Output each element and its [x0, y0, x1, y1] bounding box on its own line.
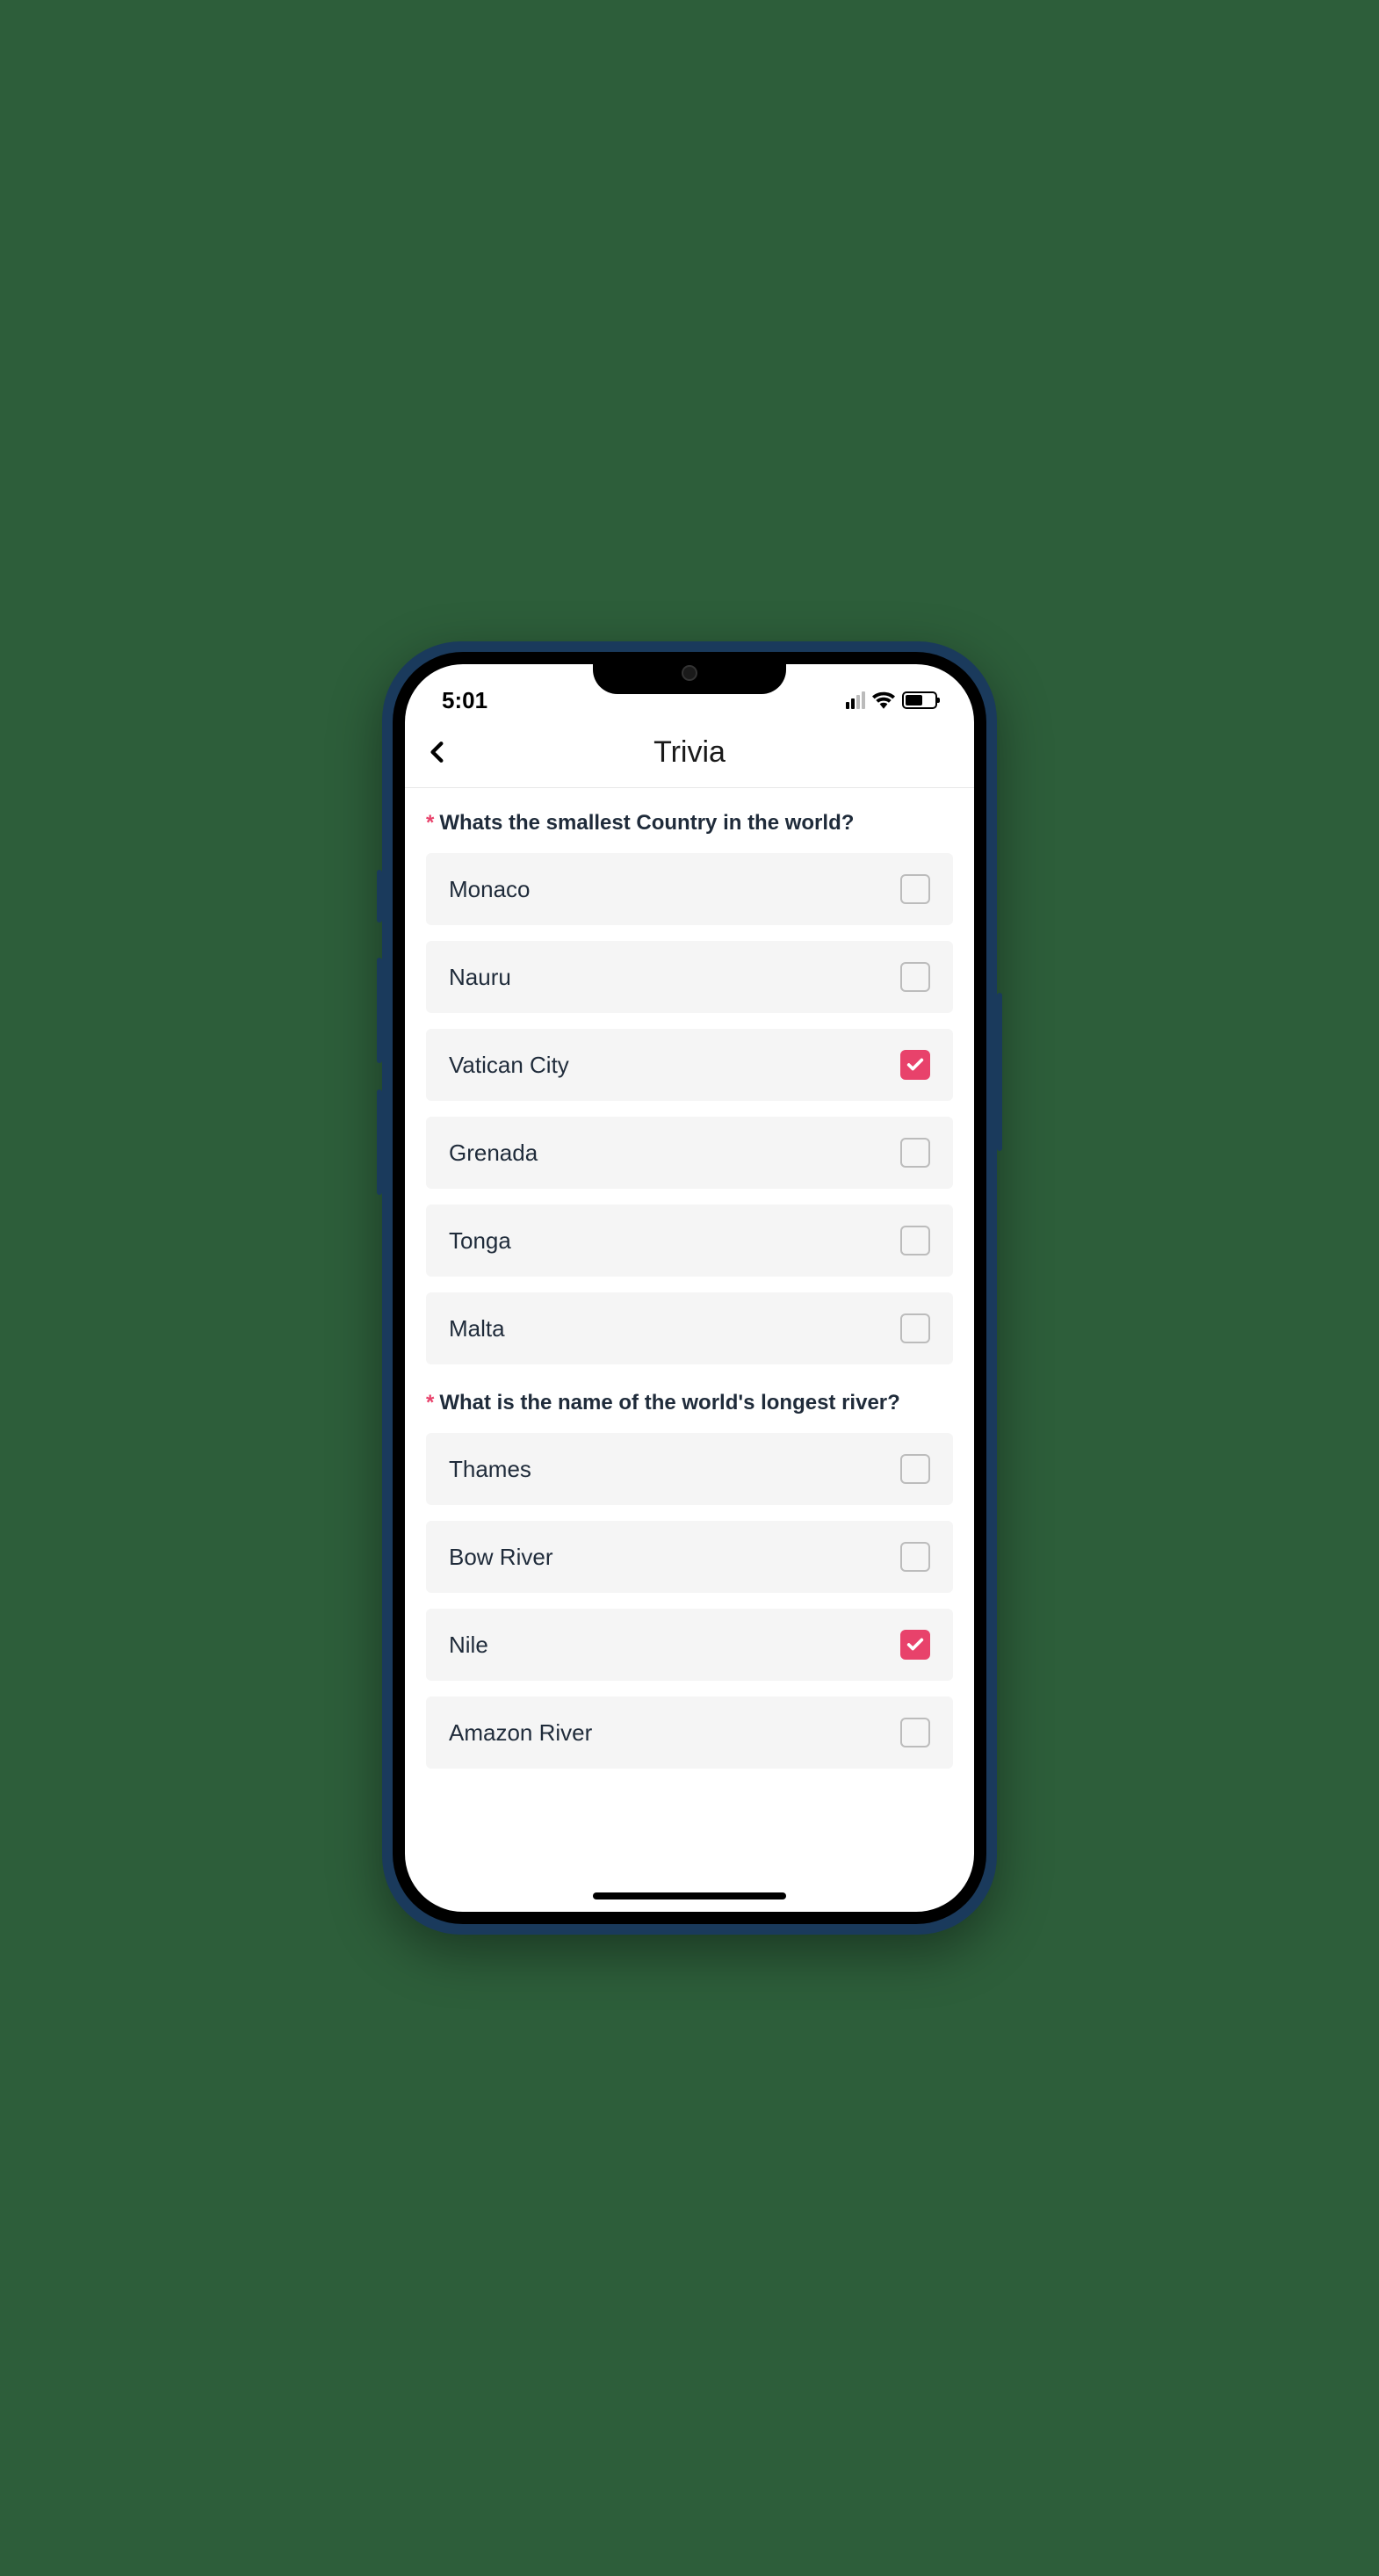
answer-label: Vatican City	[449, 1052, 569, 1079]
answer-label: Malta	[449, 1315, 505, 1342]
back-button[interactable]	[426, 738, 454, 766]
answer-label: Bow River	[449, 1544, 552, 1571]
answer-option[interactable]: Malta	[426, 1292, 953, 1364]
page-title: Trivia	[653, 735, 726, 770]
answer-checkbox[interactable]	[900, 1050, 930, 1080]
chevron-left-icon	[426, 741, 449, 763]
status-icons	[846, 691, 937, 709]
wifi-icon	[872, 691, 895, 709]
questions-scroll-area[interactable]: *Whats the smallest Country in the world…	[405, 788, 974, 1912]
answer-label: Grenada	[449, 1140, 538, 1167]
app-header: Trivia	[405, 724, 974, 788]
answer-option[interactable]: Grenada	[426, 1117, 953, 1189]
question-text: *Whats the smallest Country in the world…	[426, 811, 953, 836]
answer-label: Monaco	[449, 876, 531, 903]
status-time: 5:01	[442, 687, 487, 714]
answer-checkbox[interactable]	[900, 874, 930, 904]
answer-option[interactable]: Vatican City	[426, 1029, 953, 1101]
home-indicator[interactable]	[593, 1892, 786, 1899]
answer-option[interactable]: Thames	[426, 1433, 953, 1505]
question-block: *Whats the smallest Country in the world…	[426, 811, 953, 1364]
phone-bezel: 5:01 Trivia	[393, 652, 986, 1924]
check-icon	[906, 1055, 925, 1075]
answer-label: Tonga	[449, 1227, 511, 1255]
phone-notch	[593, 652, 786, 694]
check-icon	[906, 1635, 925, 1654]
app-screen: 5:01 Trivia	[405, 664, 974, 1912]
question-text: *What is the name of the world's longest…	[426, 1391, 953, 1415]
answer-option[interactable]: Amazon River	[426, 1697, 953, 1769]
phone-device-frame: 5:01 Trivia	[382, 641, 997, 1935]
answer-label: Nile	[449, 1632, 488, 1659]
required-indicator: *	[426, 1391, 434, 1415]
power-button	[997, 993, 1002, 1151]
required-indicator: *	[426, 811, 434, 835]
volume-down-button	[377, 1089, 382, 1195]
volume-up-button	[377, 958, 382, 1063]
question-block: *What is the name of the world's longest…	[426, 1391, 953, 1769]
answer-option[interactable]: Monaco	[426, 853, 953, 925]
battery-icon	[902, 691, 937, 709]
mute-switch	[377, 870, 382, 923]
answer-checkbox[interactable]	[900, 1226, 930, 1255]
answer-label: Thames	[449, 1456, 531, 1483]
answer-option[interactable]: Bow River	[426, 1521, 953, 1593]
question-label: What is the name of the world's longest …	[439, 1391, 899, 1415]
answer-checkbox[interactable]	[900, 1630, 930, 1660]
answer-checkbox[interactable]	[900, 1313, 930, 1343]
answer-option[interactable]: Nauru	[426, 941, 953, 1013]
cellular-icon	[846, 691, 865, 709]
answer-checkbox[interactable]	[900, 1718, 930, 1747]
answer-checkbox[interactable]	[900, 1454, 930, 1484]
answer-checkbox[interactable]	[900, 1138, 930, 1168]
answer-checkbox[interactable]	[900, 1542, 930, 1572]
question-label: Whats the smallest Country in the world?	[439, 811, 854, 835]
answer-checkbox[interactable]	[900, 962, 930, 992]
answer-option[interactable]: Tonga	[426, 1205, 953, 1277]
answer-label: Nauru	[449, 964, 511, 991]
answer-option[interactable]: Nile	[426, 1609, 953, 1681]
answer-label: Amazon River	[449, 1719, 592, 1747]
